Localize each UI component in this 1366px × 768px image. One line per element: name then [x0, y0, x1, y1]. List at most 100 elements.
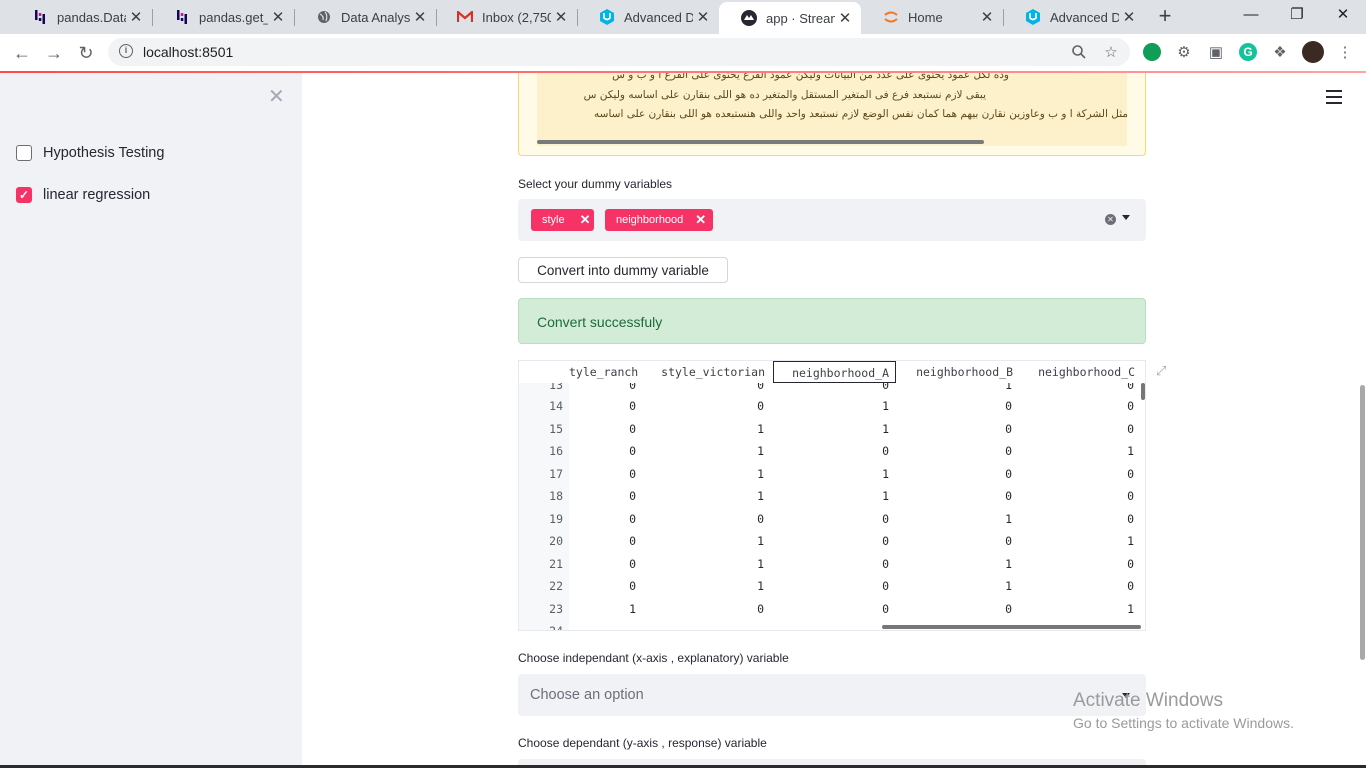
tab-close-icon[interactable]: ✕ — [1119, 8, 1139, 26]
table-cell[interactable]: 1 — [1019, 440, 1134, 462]
table-cell[interactable]: 1 — [641, 575, 764, 597]
table-cell[interactable]: 0 — [896, 463, 1012, 485]
table-cell[interactable]: 1 — [641, 418, 764, 440]
table-cell[interactable]: 0 — [773, 598, 889, 620]
browser-tab[interactable]: Advanced Dat✕ — [1003, 0, 1145, 34]
tab-close-icon[interactable]: ✕ — [835, 9, 855, 27]
table-cell[interactable]: 1 — [641, 463, 764, 485]
bookmark-star-icon[interactable]: ☆ — [1102, 44, 1120, 62]
back-icon[interactable]: ← — [12, 43, 32, 63]
clear-all-icon[interactable]: ✕ — [1105, 214, 1116, 225]
profile-avatar[interactable] — [1302, 41, 1324, 63]
dataframe-table[interactable]: 13 0 0 0 1 0 14 0 0 1 0 0 15 0 1 1 0 0 16 0 1 0 0 1 17 0 1 1 0 0 18 0 1 1… — [518, 360, 1146, 631]
table-cell[interactable]: 1 — [773, 418, 889, 440]
table-cell[interactable]: 1 — [641, 530, 764, 552]
remove-chip-icon[interactable]: ✕ — [695, 212, 706, 228]
hamburger-menu-icon[interactable] — [1326, 90, 1342, 108]
table-cell[interactable]: 0 — [569, 553, 636, 575]
table-cell[interactable]: 0 — [1019, 463, 1134, 485]
table-cell[interactable]: 0 — [1019, 575, 1134, 597]
table-cell[interactable]: 0 — [641, 598, 764, 620]
page-scrollbar[interactable] — [1360, 385, 1365, 660]
checkbox-empty-icon[interactable] — [16, 145, 32, 161]
table-cell[interactable]: 0 — [569, 530, 636, 552]
table-cell[interactable]: 0 — [1019, 485, 1134, 507]
checkbox-hypothesis-testing[interactable]: Hypothesis Testing — [16, 145, 164, 161]
table-cell[interactable]: 0 — [569, 418, 636, 440]
new-tab-button[interactable]: + — [1155, 5, 1175, 27]
grammarly-icon[interactable]: G — [1239, 43, 1257, 61]
browser-tab[interactable]: Data Analysis I✕ — [294, 0, 436, 34]
convert-dummy-button[interactable]: Convert into dummy variable — [518, 257, 728, 283]
chip-style[interactable]: style ✕ — [531, 209, 594, 231]
table-cell[interactable]: 0 — [569, 395, 636, 417]
tab-close-icon[interactable]: ✕ — [977, 8, 997, 26]
table-cell[interactable]: 0 — [569, 508, 636, 530]
extension-leaf-icon[interactable] — [1143, 43, 1161, 61]
browser-tab[interactable]: Advanced Data✕ — [577, 0, 719, 34]
column-header[interactable]: neighborhood_A — [773, 361, 896, 383]
column-header[interactable]: neighborhood_B — [896, 361, 1019, 383]
table-cell[interactable]: 0 — [1019, 395, 1134, 417]
table-cell[interactable]: 1 — [773, 485, 889, 507]
table-cell[interactable]: 1 — [896, 508, 1012, 530]
minimize-button[interactable]: — — [1228, 0, 1274, 30]
table-cell[interactable]: 0 — [773, 575, 889, 597]
column-header[interactable]: style_victorian — [641, 361, 771, 383]
table-cell[interactable]: 0 — [773, 508, 889, 530]
tab-close-icon[interactable]: ✕ — [551, 8, 571, 26]
table-cell[interactable]: 0 — [773, 553, 889, 575]
table-cell[interactable]: 1 — [569, 598, 636, 620]
table-cell[interactable]: 0 — [896, 485, 1012, 507]
menu-dots-icon[interactable]: ⋮ — [1336, 44, 1354, 62]
extension-bike-icon[interactable]: ⚙ — [1175, 44, 1193, 62]
info-icon[interactable]: i — [119, 44, 133, 58]
checkmark-icon[interactable]: ✓ — [16, 187, 32, 203]
forward-icon[interactable]: → — [44, 43, 64, 63]
table-cell[interactable]: 0 — [773, 530, 889, 552]
table-cell[interactable]: 0 — [896, 440, 1012, 462]
table-cell[interactable]: 0 — [1019, 553, 1134, 575]
table-cell[interactable]: 1 — [896, 575, 1012, 597]
maximize-button[interactable]: ❐ — [1274, 0, 1320, 30]
table-cell[interactable]: 0 — [896, 530, 1012, 552]
browser-tab[interactable]: pandas.DataFr✕ — [10, 0, 152, 34]
tab-close-icon[interactable]: ✕ — [268, 8, 288, 26]
table-cell[interactable]: 0 — [896, 598, 1012, 620]
chip-neighborhood[interactable]: neighborhood ✕ — [605, 209, 713, 231]
column-header[interactable]: neighborhood_C — [1019, 361, 1141, 383]
address-bar[interactable]: i localhost:8501 — [108, 38, 1130, 66]
fullscreen-expand-icon[interactable]: ⤢ — [1156, 364, 1170, 378]
table-cell[interactable]: 0 — [641, 508, 764, 530]
horizontal-scrollbar[interactable] — [882, 625, 1141, 629]
table-cell[interactable]: 0 — [641, 395, 764, 417]
table-cell[interactable]: 0 — [1019, 508, 1134, 530]
table-cell[interactable]: 0 — [569, 463, 636, 485]
table-cell[interactable]: 1 — [641, 440, 764, 462]
table-cell[interactable]: 0 — [569, 440, 636, 462]
browser-tab[interactable]: app · Streamlit✕ — [719, 2, 861, 34]
column-header[interactable]: tyle_ranch — [569, 361, 643, 383]
close-sidebar-icon[interactable]: ✕ — [268, 87, 285, 107]
table-cell[interactable]: 0 — [773, 440, 889, 462]
browser-tab[interactable]: Inbox (2,750) -✕ — [435, 0, 577, 34]
table-cell[interactable]: 1 — [773, 395, 889, 417]
table-cell[interactable]: 1 — [1019, 530, 1134, 552]
horizontal-scrollbar[interactable] — [537, 140, 984, 144]
table-cell[interactable]: 0 — [896, 418, 1012, 440]
table-cell[interactable]: 1 — [641, 553, 764, 575]
table-cell[interactable]: 0 — [896, 395, 1012, 417]
dummy-variables-multiselect[interactable]: style ✕ neighborhood ✕ ✕ — [518, 199, 1146, 241]
tab-close-icon[interactable]: ✕ — [693, 8, 713, 26]
remove-chip-icon[interactable]: ✕ — [580, 212, 591, 228]
close-window-button[interactable]: ✕ — [1320, 0, 1366, 30]
vertical-scrollbar[interactable] — [1141, 383, 1145, 400]
reload-icon[interactable]: ↻ — [76, 43, 96, 63]
tab-close-icon[interactable]: ✕ — [410, 8, 430, 26]
browser-tab[interactable]: Home ✕ — [861, 0, 1003, 34]
table-cell[interactable]: 1 — [773, 463, 889, 485]
table-cell[interactable]: 1 — [1019, 598, 1134, 620]
browser-tab[interactable]: pandas.get_du✕ — [152, 0, 294, 34]
table-cell[interactable]: 1 — [896, 553, 1012, 575]
chevron-down-icon[interactable] — [1122, 215, 1130, 220]
